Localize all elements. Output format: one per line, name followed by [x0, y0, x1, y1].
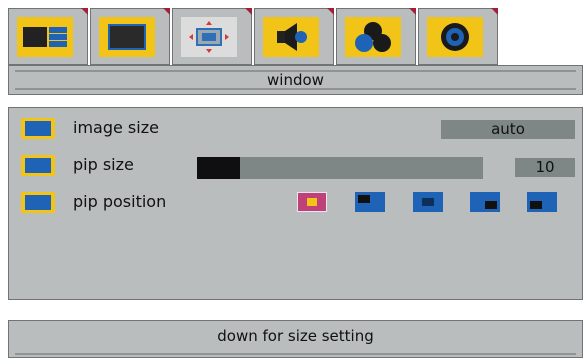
pip-position-icon	[21, 192, 55, 213]
monitor-icon	[108, 24, 146, 50]
image-size-value[interactable]: auto	[441, 120, 575, 139]
screen-layout-icon	[23, 27, 67, 47]
status-message: down for size setting	[217, 327, 374, 345]
settings-panel: image size auto pip size 10 pip position	[8, 107, 583, 300]
pip-size-slider-fill	[197, 157, 240, 179]
pip-size-value: 10	[515, 158, 575, 177]
tab-corner-marker	[409, 8, 416, 15]
divider	[15, 353, 576, 355]
tab-corner-marker	[81, 8, 88, 15]
tab-color[interactable]	[336, 8, 416, 65]
gear-icon	[441, 23, 469, 51]
pip-position-label: pip position	[73, 192, 167, 211]
divider	[15, 88, 576, 90]
image-size-icon	[21, 118, 55, 139]
menu-tabs	[8, 8, 499, 65]
pip-size-icon	[21, 155, 55, 176]
tab-window[interactable]	[172, 8, 252, 65]
tab-corner-marker	[327, 8, 334, 15]
tab-setup[interactable]	[418, 8, 498, 65]
page-title: window	[267, 71, 324, 89]
pip-position-option-top-left[interactable]	[355, 192, 385, 212]
pip-position-option-center-alt[interactable]	[413, 192, 443, 212]
tab-corner-marker	[245, 8, 252, 15]
pip-position-option-bottom-right[interactable]	[470, 192, 500, 212]
tab-screen[interactable]	[90, 8, 170, 65]
color-circles-icon	[355, 22, 391, 52]
tab-audio[interactable]	[254, 8, 334, 65]
section-title-bar: window	[8, 65, 583, 95]
pip-position-option-bottom-left[interactable]	[527, 192, 557, 212]
image-size-label: image size	[73, 118, 159, 137]
tab-corner-marker	[491, 8, 498, 15]
status-bar: down for size setting	[8, 320, 583, 358]
speaker-icon	[277, 23, 307, 51]
window-resize-icon	[189, 21, 229, 53]
pip-size-slider[interactable]	[197, 157, 483, 179]
tab-picture-layout[interactable]	[8, 8, 88, 65]
pip-position-option-center[interactable]	[297, 192, 327, 212]
pip-size-label: pip size	[73, 155, 134, 174]
tab-corner-marker	[163, 8, 170, 15]
